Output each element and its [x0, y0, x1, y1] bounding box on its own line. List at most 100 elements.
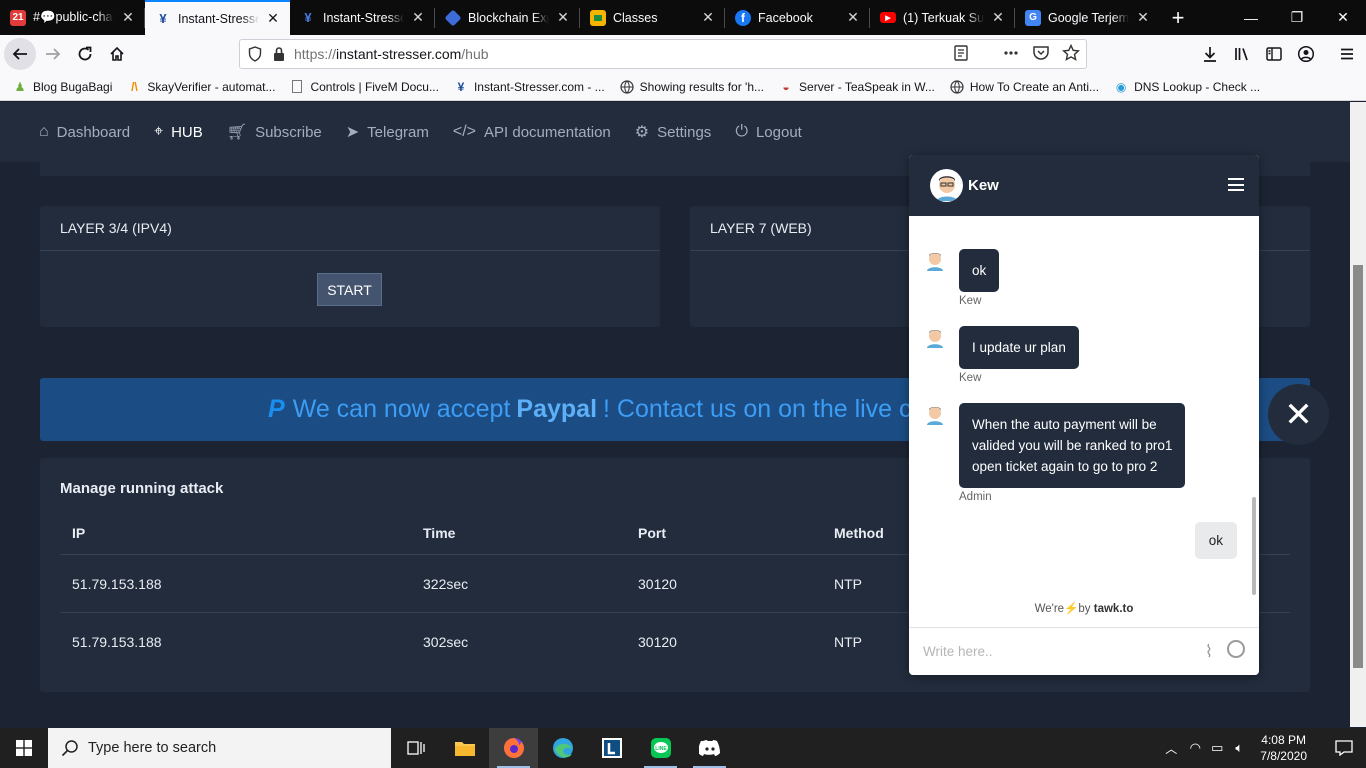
attachment-icon[interactable]: ⌇	[1205, 642, 1213, 662]
bookmark-item[interactable]: ♟ Blog BugaBagi	[12, 79, 113, 95]
wifi-icon[interactable]: ◠	[1184, 740, 1206, 756]
chat-scrollbar[interactable]	[1252, 497, 1256, 595]
col-ip: IP	[72, 525, 86, 541]
battery-icon[interactable]: ▭	[1206, 740, 1228, 756]
file-explorer-button[interactable]	[440, 728, 489, 768]
banner-paypal: Paypal	[516, 395, 598, 423]
nav-api-documentation[interactable]: </> API documentation	[453, 123, 611, 141]
sidebar-button[interactable]	[1258, 38, 1290, 70]
home-icon: ⌂	[39, 123, 49, 140]
bookmark-item[interactable]: ◉ DNS Lookup - Check ...	[1113, 79, 1260, 95]
taskbar-search[interactable]: Type here to search	[48, 728, 391, 768]
powered-by[interactable]: We're⚡by tawk.to	[909, 601, 1259, 615]
stresser-icon: ¥	[457, 79, 465, 94]
chat-input[interactable]	[923, 644, 1183, 659]
pocket-icon[interactable]	[1032, 44, 1050, 62]
clock[interactable]: 4:08 PM 7/8/2020	[1260, 732, 1307, 764]
downloads-button[interactable]	[1194, 38, 1226, 70]
nav-logout[interactable]: ⏻ Logout	[735, 123, 802, 141]
tab-facebook[interactable]: f Facebook ✕	[725, 0, 870, 35]
location-pin-icon: ◉	[1115, 79, 1127, 94]
folder-icon	[454, 742, 475, 756]
tab-google-translate[interactable]: G Google Terjemahan ✕	[1015, 0, 1160, 35]
nav-subscribe[interactable]: 🛒︎ Subscribe	[227, 122, 322, 142]
tab-youtube[interactable]: ▶ (1) Terkuak Sudah ✕	[870, 0, 1015, 35]
bookmark-item[interactable]: ¥ Instant-Stresser.com - ...	[453, 79, 605, 95]
close-icon: ✕	[1284, 395, 1313, 434]
line-icon: LINE	[650, 738, 671, 758]
reload-icon	[78, 46, 92, 61]
url-bar[interactable]: https://instant-stresser.com/hub	[239, 39, 1087, 69]
bookmark-item[interactable]: Showing results for 'h...	[619, 79, 764, 95]
volume-icon[interactable]: 🔈︎	[1228, 740, 1250, 756]
restore-button[interactable]: ❐	[1274, 0, 1320, 35]
teaspeak-icon: ◒	[782, 79, 790, 94]
tab-classes[interactable]: Classes ✕	[580, 0, 725, 35]
close-icon[interactable]: ✕	[555, 9, 571, 26]
firefox-button[interactable]	[489, 728, 538, 768]
library-button[interactable]	[1226, 38, 1258, 70]
chat-menu-icon[interactable]	[1228, 178, 1244, 191]
close-icon[interactable]: ✕	[700, 9, 716, 26]
stresser-icon: ¥	[159, 11, 167, 26]
minimize-button[interactable]: —	[1228, 0, 1274, 35]
line-button[interactable]: LINE	[636, 728, 685, 768]
windows-icon	[16, 740, 32, 756]
menu-button[interactable]	[1331, 38, 1363, 70]
back-button[interactable]	[4, 38, 36, 70]
scrollbar-thumb[interactable]	[1353, 265, 1363, 668]
bookmark-item[interactable]: How To Create an Anti...	[949, 79, 1099, 95]
bookmark-item[interactable]: ◒ Server - TeaSpeak in W...	[778, 79, 934, 95]
nav-dashboard[interactable]: ⌂ Dashboard	[39, 123, 130, 141]
telegram-icon: ➤	[345, 124, 360, 141]
nav-settings[interactable]: ⚙ Settings	[635, 122, 712, 142]
chevron-up-icon[interactable]: ︿	[1158, 740, 1184, 757]
discord-button[interactable]	[685, 728, 734, 768]
visitor-message-bubble: ok	[1194, 522, 1237, 559]
close-chat-button[interactable]: ✕	[1268, 384, 1329, 445]
bookmark-item[interactable]: /\ SkayVerifier - automat...	[126, 79, 275, 95]
task-view-button[interactable]	[391, 728, 440, 768]
close-icon[interactable]: ✕	[410, 9, 426, 26]
tab-instant-stresser-active[interactable]: ¥ Instant-Stresser ✕	[145, 0, 290, 35]
nav-hub[interactable]: ⌖ HUB	[154, 123, 203, 141]
new-tab-button[interactable]: +	[1160, 0, 1196, 35]
emoji-icon[interactable]	[1227, 640, 1245, 658]
account-button[interactable]	[1290, 38, 1322, 70]
globe-icon	[619, 79, 635, 95]
sidebar-icon	[1266, 47, 1282, 61]
reload-button[interactable]	[69, 38, 101, 70]
close-icon[interactable]: ✕	[120, 9, 136, 26]
tab-instant-stresser[interactable]: ¥ Instant-Stresser ✕	[290, 0, 435, 35]
close-icon[interactable]: ✕	[990, 9, 1006, 26]
blogger-icon: ♟	[14, 79, 26, 94]
nav-telegram[interactable]: ➤ Telegram	[346, 122, 429, 142]
reader-view-icon[interactable]	[952, 44, 970, 62]
forward-button[interactable]	[37, 38, 69, 70]
close-icon[interactable]: ✕	[1135, 9, 1151, 26]
cell-port: 30120	[638, 634, 677, 650]
bookmark-item[interactable]: Controls | FiveM Docu...	[289, 79, 439, 95]
notification-center-button[interactable]	[1322, 740, 1366, 756]
lastpass-button[interactable]	[587, 728, 636, 768]
facebook-icon: f	[735, 9, 751, 26]
site-nav: ⌂ Dashboard ⌖ HUB 🛒︎ Subscribe ➤ Telegram </…	[0, 102, 1350, 162]
edge-button[interactable]	[538, 728, 587, 768]
translate-icon: G	[1025, 9, 1041, 26]
start-button[interactable]: START	[317, 273, 382, 306]
bookmark-star-icon[interactable]	[1062, 44, 1080, 62]
windows-taskbar: Type here to search LINE ︿ ◠ ▭ 🔈︎ 4:08 P…	[0, 728, 1366, 768]
firefox-icon	[503, 738, 524, 758]
more-actions-icon[interactable]	[1002, 44, 1020, 62]
home-button[interactable]	[101, 38, 133, 70]
page-scrollbar[interactable]	[1350, 102, 1366, 727]
window-close-button[interactable]: ✕	[1320, 0, 1366, 35]
close-icon[interactable]: ✕	[845, 9, 861, 26]
globe-icon	[949, 79, 965, 95]
cell-time: 322sec	[423, 575, 469, 592]
close-icon[interactable]: ✕	[265, 10, 281, 27]
start-menu-button[interactable]	[0, 728, 48, 768]
chat-messages: ok Kew I update ur plan Kew When the aut…	[909, 216, 1259, 588]
tab-blockchain[interactable]: Blockchain Explorer ✕	[435, 0, 580, 35]
tab-discord[interactable]: 21 #💬public-chat ✕	[0, 0, 145, 35]
